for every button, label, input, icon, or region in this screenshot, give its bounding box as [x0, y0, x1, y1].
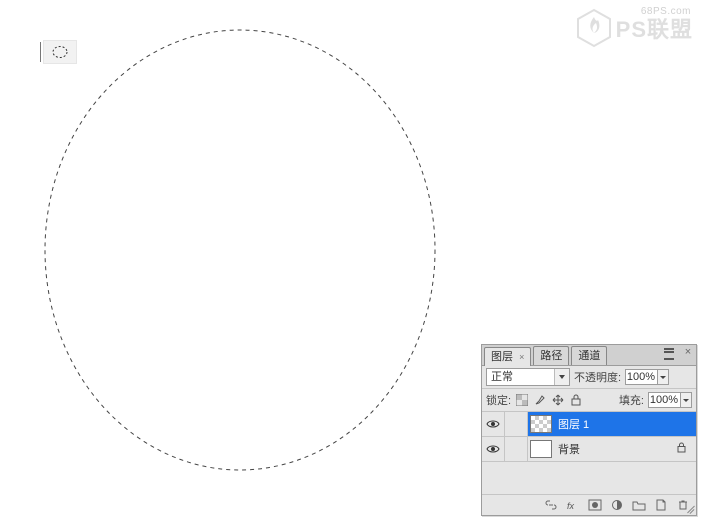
tab-label: 图层	[491, 351, 513, 363]
move-icon	[552, 394, 564, 406]
blend-mode-select[interactable]: 正常	[486, 368, 570, 386]
link-layers-button[interactable]	[540, 497, 562, 513]
panel-tabs: 图层 × 路径 通道 ×	[482, 345, 696, 366]
close-icon: ×	[519, 352, 524, 362]
fill-field[interactable]: 100%	[648, 392, 692, 408]
lock-position-button[interactable]	[551, 393, 565, 407]
tab-label: 路径	[540, 350, 562, 362]
layer-thumbnail[interactable]	[530, 415, 552, 433]
layer-name[interactable]: 背景	[556, 437, 677, 461]
watermark-site: 68PS.com	[641, 6, 691, 17]
layer-row[interactable]: 背景	[482, 437, 696, 462]
tab-paths[interactable]: 路径	[533, 346, 569, 365]
fill-label: 填充:	[619, 392, 644, 408]
chevron-down-icon	[554, 369, 569, 385]
lock-icons	[515, 393, 583, 407]
panel-bottom-buttons: fx	[482, 495, 696, 515]
fx-icon: fx	[566, 499, 580, 511]
brush-icon	[534, 394, 546, 406]
eye-icon	[486, 419, 500, 429]
opacity-label: 不透明度:	[574, 369, 621, 385]
lock-icon	[571, 394, 581, 406]
panel-close-button[interactable]: ×	[682, 347, 694, 359]
layer-mask-button[interactable]	[584, 497, 606, 513]
layers-panel: 图层 × 路径 通道 × 正常 不透明度: 100% 锁定:	[481, 344, 697, 516]
tab-label: 通道	[578, 350, 600, 362]
panel-menu-button[interactable]	[664, 348, 678, 360]
lock-row: 锁定:	[482, 389, 696, 412]
blend-row: 正常 不透明度: 100%	[482, 366, 696, 389]
marquee-selection	[40, 10, 470, 510]
eye-icon	[486, 444, 500, 454]
layer-row[interactable]: 图层 1	[482, 412, 696, 437]
visibility-toggle[interactable]	[482, 437, 505, 461]
adjustment-layer-button[interactable]	[606, 497, 628, 513]
svg-text:fx: fx	[567, 501, 575, 511]
tab-channels[interactable]: 通道	[571, 346, 607, 365]
layer-thumbnail[interactable]	[530, 440, 552, 458]
fill-value: 100%	[648, 392, 681, 408]
lock-label: 锁定:	[486, 392, 511, 408]
new-page-icon	[654, 499, 668, 511]
watermark: 68PS.com PS联盟	[576, 8, 693, 48]
lock-transparency-button[interactable]	[515, 393, 529, 407]
link-cell[interactable]	[505, 412, 528, 436]
opacity-field[interactable]: 100%	[625, 369, 669, 385]
folder-icon	[632, 499, 646, 511]
layer-list: 图层 1 背景	[482, 412, 696, 495]
chevron-down-icon	[658, 369, 669, 385]
layer-style-button[interactable]: fx	[562, 497, 584, 513]
half-circle-icon	[610, 499, 624, 511]
chevron-down-icon	[681, 392, 692, 408]
opacity-value: 100%	[625, 369, 658, 385]
group-button[interactable]	[628, 497, 650, 513]
new-layer-button[interactable]	[650, 497, 672, 513]
lock-pixels-button[interactable]	[533, 393, 547, 407]
canvas[interactable]	[40, 10, 470, 510]
mask-icon	[588, 499, 602, 511]
checker-icon	[516, 394, 528, 406]
layer-list-spacer	[482, 462, 696, 495]
lock-all-button[interactable]	[569, 393, 583, 407]
resize-grip[interactable]	[684, 503, 694, 513]
tab-layers[interactable]: 图层 ×	[484, 347, 531, 366]
layer-name[interactable]: 图层 1	[556, 412, 692, 436]
link-icon	[544, 499, 558, 511]
visibility-toggle[interactable]	[482, 412, 505, 436]
flame-hex-icon	[576, 8, 612, 48]
lock-icon	[677, 442, 686, 456]
link-cell[interactable]	[505, 437, 528, 461]
